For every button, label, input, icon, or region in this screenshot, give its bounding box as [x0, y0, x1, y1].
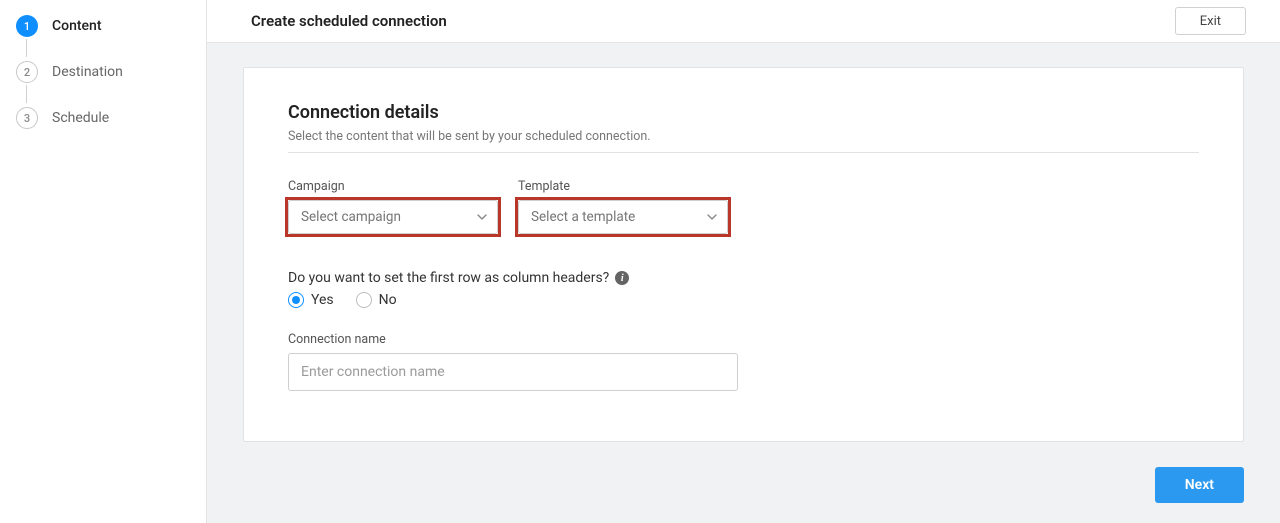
step-label: Schedule: [52, 110, 109, 126]
radio-no-label: No: [379, 292, 397, 308]
radio-dot-icon: [288, 292, 304, 308]
radio-no[interactable]: No: [356, 292, 397, 308]
next-button[interactable]: Next: [1155, 467, 1244, 503]
campaign-select-wrap: [288, 200, 498, 234]
connection-name-label: Connection name: [288, 332, 1199, 347]
info-icon[interactable]: i: [615, 271, 629, 285]
step-number-2: 2: [16, 61, 38, 83]
step-schedule[interactable]: 3 Schedule: [16, 104, 190, 132]
main-area: Create scheduled connection Exit Connect…: [207, 0, 1280, 523]
step-label: Content: [52, 18, 102, 34]
step-number-3: 3: [16, 107, 38, 129]
connection-name-field: Connection name: [288, 332, 1199, 391]
step-destination[interactable]: 2 Destination: [16, 58, 190, 86]
template-label: Template: [518, 179, 728, 194]
content-area: Connection details Select the content th…: [207, 43, 1280, 523]
footer: Next: [1155, 467, 1244, 503]
section-subtitle: Select the content that will be sent by …: [288, 129, 1199, 144]
topbar: Create scheduled connection Exit: [207, 0, 1280, 43]
divider: [288, 152, 1199, 153]
step-number-1: 1: [16, 15, 38, 37]
step-content[interactable]: 1 Content: [16, 12, 190, 40]
section-title: Connection details: [288, 102, 1199, 123]
wizard-sidebar: 1 Content 2 Destination 3 Schedule: [0, 0, 207, 523]
step-label: Destination: [52, 64, 123, 80]
header-radio-group: Yes No: [288, 292, 1199, 308]
connection-name-input[interactable]: [288, 353, 738, 391]
template-select-wrap: [518, 200, 728, 234]
campaign-field: Campaign: [288, 179, 498, 234]
page-title: Create scheduled connection: [251, 12, 447, 30]
radio-yes[interactable]: Yes: [288, 292, 334, 308]
template-field: Template: [518, 179, 728, 234]
campaign-label: Campaign: [288, 179, 498, 194]
radio-circle-icon: [356, 292, 372, 308]
header-question-row: Do you want to set the first row as colu…: [288, 270, 1199, 286]
template-select[interactable]: [518, 200, 728, 234]
header-question: Do you want to set the first row as colu…: [288, 270, 609, 286]
connection-details-card: Connection details Select the content th…: [243, 67, 1244, 442]
exit-button[interactable]: Exit: [1175, 7, 1246, 35]
campaign-select[interactable]: [288, 200, 498, 234]
radio-yes-label: Yes: [311, 292, 334, 308]
